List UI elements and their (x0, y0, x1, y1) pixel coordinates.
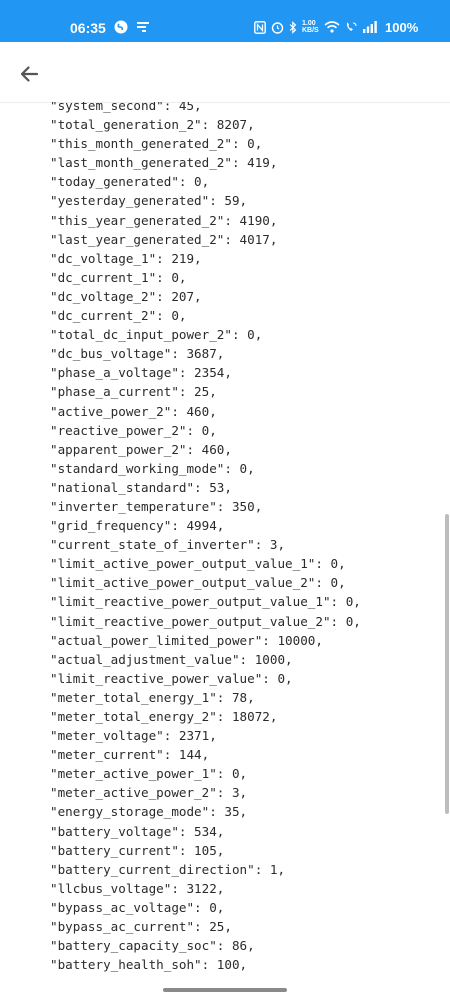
json-line: "actual_adjustment_value": 1000, (50, 651, 293, 667)
json-line: "dc_voltage_2": 207, (50, 288, 202, 304)
arrow-left-icon (20, 66, 39, 82)
json-line: "battery_current": 105, (50, 842, 225, 858)
nfc-icon (254, 20, 266, 34)
json-line: "yesterday_generated": 59, (50, 193, 248, 209)
json-line: "active_power_2": 460, (50, 403, 217, 419)
json-line: "llcbus_voltage": 3122, (50, 880, 225, 896)
json-line: "last_year_generated_2": 4017, (50, 231, 278, 247)
json-line: "battery_health_soh": 100, (50, 957, 248, 973)
net-speed: 1.00 KB/S (302, 20, 319, 34)
json-line: "system_second": 45, (50, 102, 202, 113)
status-bar: 06:35 1.00 KB/S 100% (0, 0, 450, 42)
json-line: "today_generated": 0, (50, 174, 210, 190)
json-line: "limit_reactive_power_output_value_1": 0… (50, 594, 361, 610)
back-button[interactable] (14, 59, 44, 89)
json-line: "dc_bus_voltage": 3687, (50, 346, 225, 362)
json-line: "limit_active_power_output_value_2": 0, (50, 575, 346, 591)
home-gesture-handle[interactable] (163, 988, 287, 992)
system-icons: 1.00 KB/S (254, 20, 377, 34)
status-time: 06:35 (70, 20, 106, 36)
json-line: "meter_current": 144, (50, 747, 210, 763)
notification-icons (114, 20, 150, 34)
json-line: "grid_frequency": 4994, (50, 518, 225, 534)
bluetooth-icon (289, 20, 297, 34)
json-line: "dc_voltage_1": 219, (50, 250, 202, 266)
json-line: "meter_total_energy_2": 18072, (50, 709, 278, 724)
json-line: "limit_active_power_output_value_1": 0, (50, 556, 346, 572)
json-line: "apparent_power_2": 460, (50, 441, 232, 457)
json-line: "bypass_ac_current": 25, (50, 919, 232, 935)
json-line: "reactive_power_2": 0, (50, 422, 217, 438)
json-line: "standard_working_mode": 0, (50, 460, 255, 476)
json-line: "limit_reactive_power_output_value_2": 0… (50, 613, 361, 629)
json-line: "meter_active_power_2": 3, (50, 785, 248, 801)
json-line: "dc_current_2": 0, (50, 308, 187, 324)
json-line: "bypass_ac_voltage": 0, (50, 899, 225, 915)
wifi-icon (324, 21, 340, 33)
json-line: "current_state_of_inverter": 3, (50, 537, 286, 553)
json-line: "last_month_generated_2": 419, (50, 155, 278, 171)
alarm-icon (271, 21, 284, 34)
battery-percentage: 100% (385, 20, 419, 35)
json-line: "meter_total_energy_1": 78, (50, 689, 255, 705)
json-line: "total_generation_2": 8207, (50, 117, 255, 133)
json-line: "limit_reactive_power_value": 0, (50, 670, 293, 686)
json-line: "phase_a_current": 25, (50, 384, 217, 400)
json-line: "battery_voltage": 534, (50, 823, 225, 839)
json-line: "phase_a_voltage": 2354, (50, 365, 232, 381)
shazam-icon (114, 20, 128, 34)
json-line: "actual_power_limited_power": 10000, (50, 632, 323, 648)
wifi-calling-icon (346, 22, 357, 31)
json-line: "this_month_generated_2": 0, (50, 136, 263, 152)
json-line: "meter_active_power_1": 0, (50, 766, 248, 782)
json-line: "battery_capacity_soc": 86, (50, 938, 255, 954)
json-line: "total_dc_input_power_2": 0, (50, 327, 263, 343)
signal-icon (362, 21, 377, 33)
json-text: "system_second": 45, "total_generation_2"… (50, 102, 361, 974)
app-bar (0, 42, 450, 103)
json-line: "battery_current_direction": 1, (50, 861, 286, 877)
cast-icon (137, 22, 149, 32)
navigation-bar (0, 984, 450, 1000)
scrollbar-thumb[interactable] (445, 514, 449, 814)
json-line: "inverter_temperature": 350, (50, 498, 263, 514)
json-viewer[interactable]: "system_second": 45, "total_generation_2"… (0, 102, 450, 984)
json-line: "meter_voltage": 2371, (50, 728, 217, 744)
json-line: "dc_current_1": 0, (50, 269, 187, 285)
json-line: "energy_storage_mode": 35, (50, 804, 248, 820)
json-line: "this_year_generated_2": 4190, (50, 212, 278, 228)
json-line: "national_standard": 53, (50, 479, 232, 495)
